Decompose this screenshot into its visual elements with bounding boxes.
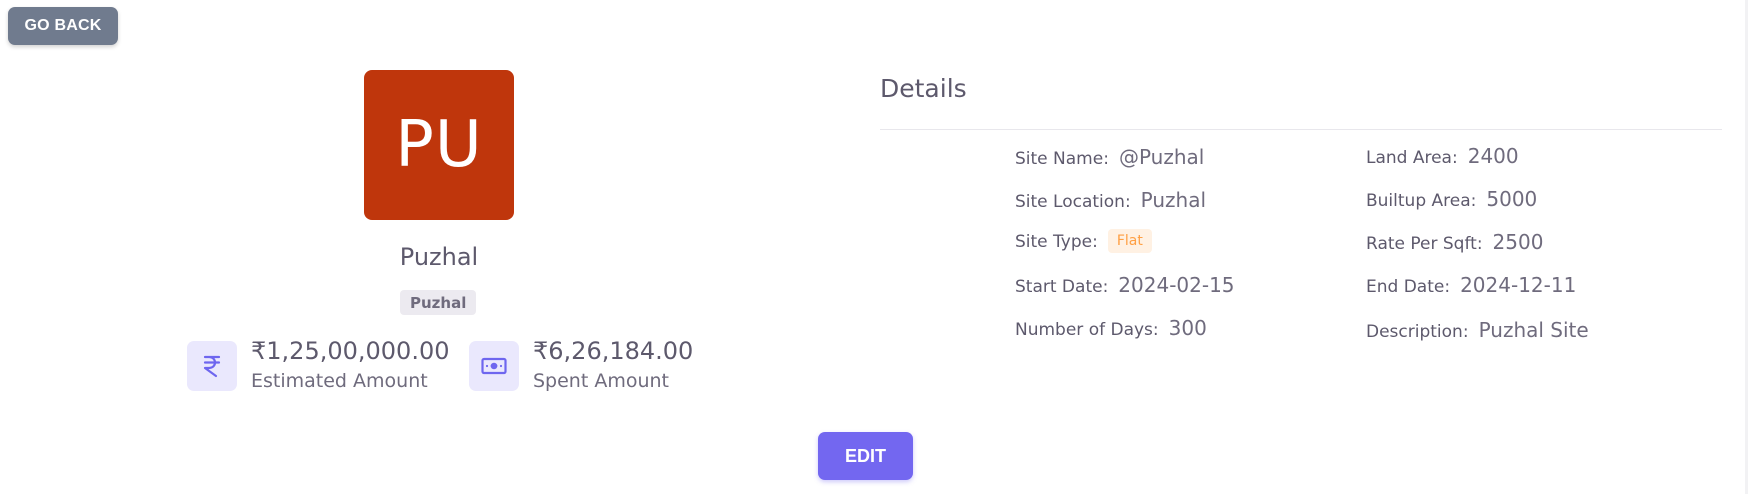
detail-value: 2024-12-11 — [1460, 273, 1577, 297]
avatar: PU — [364, 70, 514, 220]
detail-start-date: Start Date: 2024-02-15 — [1015, 273, 1235, 297]
site-type-badge: Flat — [1107, 229, 1152, 253]
detail-number-of-days: Number of Days: 300 — [1015, 316, 1207, 340]
spent-amount-label: Spent Amount — [533, 370, 670, 392]
detail-end-date: End Date: 2024-12-11 — [1366, 273, 1576, 297]
detail-value: 5000 — [1486, 187, 1538, 211]
detail-land-area: Land Area: 2400 — [1366, 144, 1519, 168]
rupee-icon — [187, 341, 237, 391]
detail-value: Puzhal — [1140, 188, 1207, 212]
spent-amount-stat: ₹6,26,184.00 Spent Amount — [469, 334, 693, 394]
detail-site-location: Site Location: Puzhal — [1015, 188, 1206, 212]
spent-amount-value: ₹6,26,184.00 — [533, 337, 694, 365]
detail-label: Site Name: — [1015, 149, 1109, 169]
go-back-button[interactable]: GO BACK — [8, 7, 118, 45]
detail-value: @Puzhal — [1118, 145, 1205, 169]
detail-value: 2500 — [1492, 230, 1544, 254]
detail-description: Description: Puzhal Site — [1366, 318, 1589, 342]
detail-value: 2024-02-15 — [1118, 273, 1235, 297]
detail-value: 2400 — [1467, 144, 1519, 168]
detail-label: End Date: — [1366, 277, 1451, 297]
detail-label: Land Area: — [1366, 148, 1458, 168]
site-title: Puzhal — [399, 243, 479, 271]
detail-label: Builtup Area: — [1366, 191, 1477, 211]
detail-label: Start Date: — [1015, 277, 1109, 297]
estimated-amount-label: Estimated Amount — [251, 370, 428, 392]
detail-value: 300 — [1168, 316, 1207, 340]
detail-label: Rate Per Sqft: — [1366, 234, 1483, 254]
detail-site-name: Site Name: @Puzhal — [1015, 145, 1204, 169]
detail-rate-per-sqft: Rate Per Sqft: 2500 — [1366, 230, 1543, 254]
detail-label: Number of Days: — [1015, 320, 1159, 340]
detail-site-type: Site Type: Flat — [1015, 229, 1152, 255]
edit-button[interactable]: EDIT — [818, 432, 913, 480]
details-heading: Details — [880, 74, 967, 103]
estimated-amount-value: ₹1,25,00,000.00 — [251, 337, 450, 365]
detail-builtup-area: Builtup Area: 5000 — [1366, 187, 1537, 211]
details-divider — [880, 129, 1722, 130]
detail-label: Site Type: — [1015, 232, 1098, 252]
detail-label: Description: — [1366, 322, 1469, 342]
detail-label: Site Location: — [1015, 192, 1131, 212]
money-icon — [469, 341, 519, 391]
location-badge: Puzhal — [400, 290, 477, 315]
detail-value: Puzhal Site — [1478, 318, 1589, 342]
estimated-amount-stat: ₹1,25,00,000.00 Estimated Amount — [187, 334, 449, 394]
